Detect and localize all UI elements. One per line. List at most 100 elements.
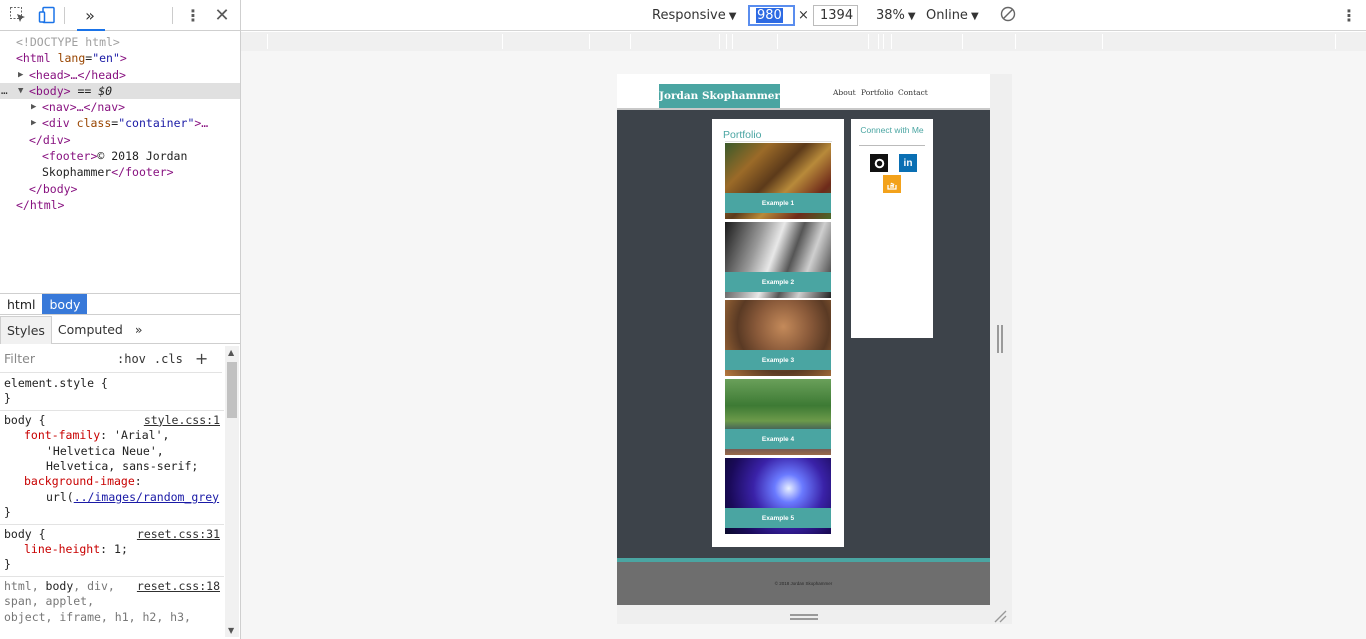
footer-text: © 2018 Jordan [97,149,188,164]
site-logo[interactable]: Jordan Skophammer [659,84,780,108]
css-property[interactable]: line-height: 1; [4,542,220,557]
elements-tree: <!DOCTYPE html> <html lang="en"> ▶ <head>… [0,31,240,293]
dom-node-container[interactable]: ▶ <div class="container">… [0,115,240,131]
tab-computed[interactable]: Computed [52,316,129,344]
styles-filter-input[interactable] [4,351,109,366]
network-label: Online [926,8,968,23]
more-tabs-button[interactable]: » [129,316,149,344]
expand-triangle-icon[interactable]: ▶ [31,115,36,131]
selector-part: , div, [73,578,115,593]
css-property[interactable]: background-image: [4,474,220,489]
toolbar-divider [64,7,65,24]
device-select[interactable]: Responsive ▼ [652,8,736,23]
rule-selector[interactable]: element.style { [4,376,220,391]
stackoverflow-icon[interactable] [883,175,901,193]
expand-triangle-icon[interactable]: ▶ [31,99,36,115]
selector-part: html, [4,578,46,593]
portfolio-item[interactable]: Example 5 [725,458,831,534]
nav-link-about[interactable]: About [833,88,856,97]
dom-node-body-close[interactable]: </body> [0,181,240,197]
expand-triangle-icon[interactable]: ▶ [18,67,23,83]
tag-rest: >… [194,116,209,131]
attr-value: "en" [92,51,120,66]
portfolio-item[interactable]: Example 1 [725,143,831,219]
dom-node-doctype[interactable]: <!DOCTYPE html> [0,34,240,50]
css-property[interactable]: font-family: 'Arial', [4,428,220,443]
rule-source-link[interactable]: reset.css:18 [137,579,220,594]
resize-handle-bottom[interactable] [790,614,818,620]
breadcrumb: html body [0,293,240,315]
ellipsis-icon[interactable]: … [1,83,8,99]
url-prefix: url( [46,489,74,504]
network-throttle-select[interactable]: Online ▼ [926,8,979,23]
resize-handle-right[interactable] [997,325,1003,353]
device-toggle-icon[interactable] [37,5,57,25]
divider [859,145,925,146]
toolbar-divider [172,7,173,24]
dropdown-caret-icon: ▼ [728,11,737,22]
breadcrumb-html[interactable]: html [0,294,42,314]
dropdown-caret-icon: ▼ [907,11,916,22]
resize-corner-icon[interactable] [993,609,1007,623]
device-select-label: Responsive [652,8,726,23]
rule-source-link[interactable]: style.css:1 [144,413,220,428]
rotate-icon[interactable] [1000,6,1016,26]
dom-node-html[interactable]: <html lang="en"> [0,50,240,66]
scroll-down-icon[interactable]: ▼ [228,626,234,635]
div-tag: <div [42,116,70,131]
linkedin-icon[interactable]: in [899,154,917,172]
dom-node-head[interactable]: ▶ <head>…</head> [0,67,240,83]
customize-kebab-icon[interactable]: ⋮ [183,5,203,25]
body-close-tag: </body> [29,181,78,196]
prop-value: 1; [114,542,128,557]
class-toggle[interactable]: .cls [154,352,183,366]
html-close-tag: </html> [16,197,65,212]
style-rules: element.style { } body { style.css:1 fon… [0,374,224,639]
emulated-page[interactable]: Jordan Skophammer About Portfolio Contac… [617,74,990,605]
dom-node-footer-cont[interactable]: Skophammer</footer> [0,164,240,180]
devtools-toolbar: » ⋮ ✕ [0,0,240,31]
rule-source-link[interactable]: reset.css:31 [137,527,220,542]
collapse-triangle-icon[interactable]: ▼ [18,83,23,99]
breadcrumb-body[interactable]: body [42,294,88,314]
dom-node-html-close[interactable]: </html> [0,197,240,213]
dom-node-footer[interactable]: <footer>© 2018 Jordan [0,148,240,164]
add-rule-button[interactable]: + [195,349,208,368]
device-toolbar: Responsive ▼ 980 × 1394 38% ▼ Online ▼ ⋮ [241,0,1366,31]
element-picker-icon[interactable] [8,5,28,25]
connect-section: Connect with Me in [851,119,933,338]
dom-node-nav[interactable]: ▶ <nav>…</nav> [0,99,240,115]
styles-scrollbar[interactable]: ▲ ▼ [225,346,239,637]
dom-node-div-close[interactable]: </div> [0,132,240,148]
portfolio-item[interactable]: Example 3 [725,300,831,376]
styles-tabbar: Styles Computed » [0,315,240,344]
tab-styles[interactable]: Styles [0,315,52,344]
devtools-panel: » ⋮ ✕ <!DOCTYPE html> <html lang="en"> ▶… [0,0,241,639]
doctype-text: <!DOCTYPE html> [16,35,120,49]
nav-link-contact[interactable]: Contact [898,88,928,97]
dropdown-caret-icon: ▼ [970,11,979,22]
url-link[interactable]: ../images/random_grey [74,490,219,504]
portfolio-item[interactable]: Example 2 [725,222,831,298]
more-panels-button[interactable]: » [77,5,105,31]
github-icon[interactable] [870,154,888,172]
attr-name: lang [57,51,86,66]
nav-link-portfolio[interactable]: Portfolio [861,88,893,97]
portfolio-item[interactable]: Example 4 [725,379,831,455]
hover-state-toggle[interactable]: :hov [117,352,146,366]
portfolio-item-label: Example 3 [725,350,831,370]
close-devtools-icon[interactable]: ✕ [212,5,232,26]
dom-node-body-selected[interactable]: … ▼ <body> == $0 [0,82,240,100]
html-tag: <html [16,51,51,66]
media-query-ruler[interactable] [241,32,1366,51]
scrollbar-thumb[interactable] [227,362,237,418]
portfolio-item-label: Example 5 [725,508,831,528]
footer-copyright: © 2018 Jordan Skophammer [774,581,833,586]
portfolio-item-label: Example 2 [725,272,831,292]
attr-value: "container" [118,116,195,131]
scroll-up-icon[interactable]: ▲ [228,348,234,357]
device-options-kebab-icon[interactable]: ⋮ [1341,6,1357,25]
width-input[interactable]: 980 [748,5,795,26]
zoom-select[interactable]: 38% ▼ [876,8,916,23]
height-input[interactable]: 1394 [813,5,858,26]
